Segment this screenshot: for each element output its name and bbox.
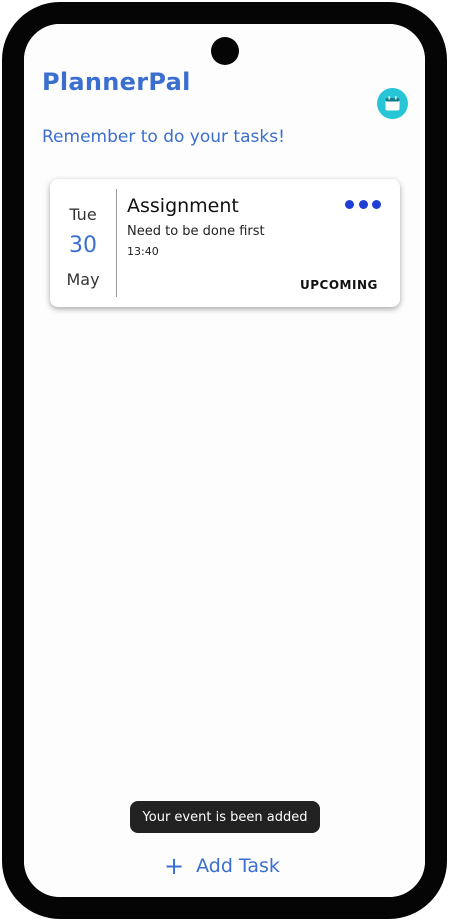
task-card[interactable]: Tue 30 May Assignment Need to be done fi… — [50, 179, 400, 307]
add-task-button[interactable]: + Add Task — [164, 851, 280, 881]
task-status-badge: UPCOMING — [300, 278, 378, 292]
more-dot-icon — [358, 199, 368, 209]
task-date-day: Tue — [69, 205, 97, 224]
task-description: Need to be done first — [127, 224, 265, 239]
app-title: PlannerPal — [42, 68, 191, 96]
reminder-text: Remember to do your tasks! — [42, 127, 285, 147]
task-date-month: May — [66, 270, 100, 289]
camera-cutout — [211, 37, 239, 65]
task-title: Assignment — [127, 195, 239, 217]
calendar-glyph — [385, 96, 400, 111]
more-dot-icon — [372, 199, 381, 209]
toast-message: Your event is been added — [130, 801, 320, 833]
add-task-label: Add Task — [196, 855, 280, 877]
task-date-number: 30 — [69, 233, 97, 258]
calendar-icon[interactable] — [377, 88, 408, 119]
more-options-button[interactable] — [345, 197, 381, 211]
plus-icon: + — [164, 852, 185, 880]
task-date: Tue 30 May — [50, 189, 117, 297]
task-time: 13:40 — [127, 245, 159, 258]
app-screen: PlannerPal Remember to do your tasks! Tu… — [24, 24, 425, 897]
phone-frame: PlannerPal Remember to do your tasks! Tu… — [2, 2, 447, 919]
more-dot-icon — [345, 199, 354, 209]
